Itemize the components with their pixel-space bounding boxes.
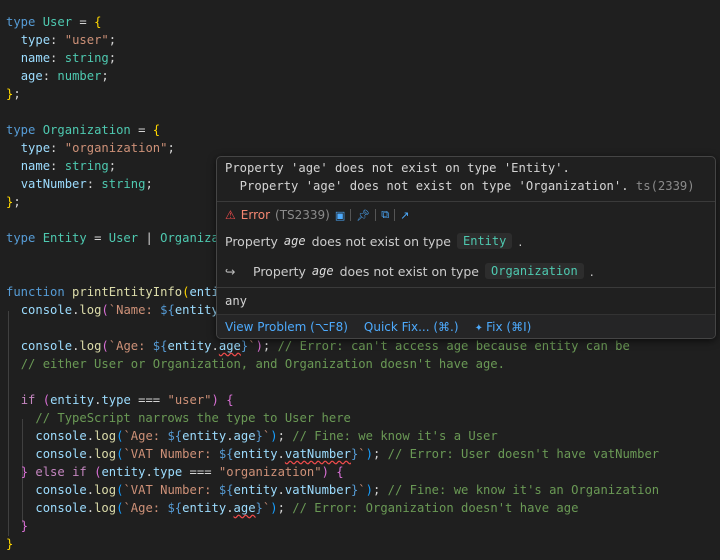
error-label: Error bbox=[240, 208, 271, 222]
code-line: // TypeScript narrows the type to User h… bbox=[35, 411, 351, 425]
code-line: } bbox=[6, 537, 14, 551]
code-line: type User = { bbox=[6, 15, 102, 29]
code-line: vatNumber: string; bbox=[20, 177, 153, 191]
code-line: } else if (entity.type === "organization… bbox=[20, 465, 344, 479]
related-info-arrow-icon: ↪ bbox=[225, 263, 236, 279]
sparkle-icon: ✦ bbox=[474, 323, 487, 334]
pin-icon[interactable]: 📌︎ bbox=[356, 209, 370, 222]
code-line: type Organization = { bbox=[6, 123, 161, 137]
code-line: function printEntityInfo(enti bbox=[6, 285, 219, 299]
fix-link[interactable]: ✦ Fix (⌘I) bbox=[475, 320, 532, 334]
code-line: }; bbox=[6, 87, 21, 101]
code-line: console.log(`Name: ${entity bbox=[20, 303, 219, 317]
code-line: age: number; bbox=[20, 69, 109, 83]
hover-actions-bar: View Problem (⌥F8) Quick Fix... (⌘.) ✦ F… bbox=[217, 314, 715, 338]
type-info: any bbox=[225, 294, 248, 308]
code-line: type Entity = User | Organiza bbox=[6, 231, 219, 245]
code-line: type: "organization"; bbox=[20, 141, 175, 155]
error-detail-line: ↪ Property age does not exist on type Organi… bbox=[225, 263, 594, 279]
code-line: name: string; bbox=[20, 51, 117, 65]
copy-icon[interactable]: ⧉ bbox=[381, 208, 389, 222]
go-to-source-icon[interactable]: ▣ bbox=[335, 209, 345, 222]
hover-message-line: Property 'age' does not exist on type 'O… bbox=[225, 179, 695, 193]
type-chip: Organization bbox=[485, 263, 584, 279]
error-hover-popup: Property 'age' does not exist on type 'E… bbox=[216, 156, 716, 339]
error-squiggle: vatNumber bbox=[284, 447, 351, 461]
code-line: console.log(`Age: ${entity.age}`); // Er… bbox=[20, 339, 630, 353]
error-squiggle: age bbox=[233, 501, 256, 515]
code-line: }; bbox=[6, 195, 21, 209]
divider bbox=[217, 201, 715, 202]
divider bbox=[394, 209, 396, 221]
code-line: // either User or Organization, and Orga… bbox=[20, 357, 505, 371]
code-line: type: "user"; bbox=[20, 33, 117, 47]
code-line: if (entity.type === "user") { bbox=[20, 393, 234, 407]
divider bbox=[217, 287, 715, 288]
hover-message-line: Property 'age' does not exist on type 'E… bbox=[225, 161, 570, 175]
code-line: name: string; bbox=[20, 159, 117, 173]
error-code: (TS2339) bbox=[275, 208, 330, 222]
code-line: console.log(`Age: ${entity.age}`); // Er… bbox=[35, 501, 579, 515]
error-squiggle: age bbox=[218, 339, 241, 353]
view-problem-link[interactable]: View Problem (⌥F8) bbox=[225, 320, 348, 334]
code-line: console.log(`VAT Number: ${entity.vatNum… bbox=[35, 483, 660, 497]
divider bbox=[375, 209, 377, 221]
code-line: console.log(`VAT Number: ${entity.vatNum… bbox=[35, 447, 660, 461]
quick-fix-link[interactable]: Quick Fix... (⌘.) bbox=[364, 320, 459, 334]
error-toolbar: ⚠ Error (TS2339) ▣ 📌︎ ⧉ ↗ bbox=[225, 208, 409, 222]
type-chip: Entity bbox=[457, 233, 513, 249]
error-detail-line: Property age does not exist on type Entity. bbox=[225, 233, 523, 249]
divider bbox=[350, 209, 352, 221]
open-external-icon[interactable]: ↗ bbox=[400, 209, 409, 222]
code-line: } bbox=[20, 519, 29, 533]
code-line: console.log(`Age: ${entity.age}`); // Fi… bbox=[35, 429, 498, 443]
warning-icon: ⚠ bbox=[225, 208, 236, 222]
